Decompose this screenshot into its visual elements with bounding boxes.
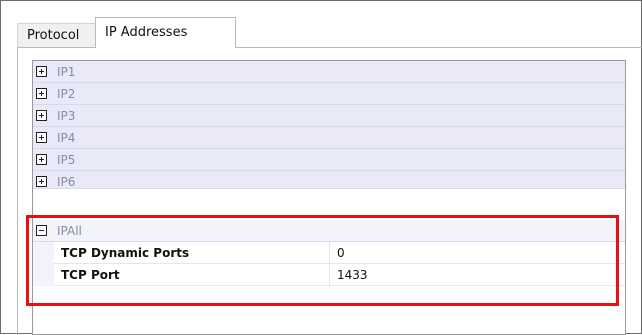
category-label: IP6: [57, 175, 76, 189]
category-label: IPAll: [57, 224, 82, 238]
tab-ip-addresses[interactable]: IP Addresses: [95, 17, 236, 48]
category-ip5[interactable]: IP5: [33, 149, 625, 171]
plus-box-icon[interactable]: [36, 154, 47, 165]
tab-panel-ip-addresses: IP1 IP2 IP3 IP4 IP5 IP6 IPAll TCP Dynami…: [17, 47, 642, 335]
property-name: TCP Port: [61, 268, 120, 282]
property-row-tcp-port[interactable]: TCP Port 1433: [33, 264, 625, 286]
properties-dialog: Protocol IP Addresses IP1 IP2 IP3 IP4 IP…: [0, 0, 642, 335]
category-ip4[interactable]: IP4: [33, 127, 625, 149]
plus-box-icon[interactable]: [36, 88, 47, 99]
category-label: IP4: [57, 131, 76, 145]
category-ip2[interactable]: IP2: [33, 83, 625, 105]
category-ip3[interactable]: IP3: [33, 105, 625, 127]
category-label: IP2: [57, 87, 76, 101]
property-value-tcp-port[interactable]: 1433: [337, 268, 368, 282]
plus-box-icon[interactable]: [36, 176, 47, 187]
property-grid: IP1 IP2 IP3 IP4 IP5 IP6 IPAll TCP Dynami…: [32, 60, 626, 335]
minus-box-icon[interactable]: [36, 225, 47, 236]
property-row-tcp-dynamic-ports[interactable]: TCP Dynamic Ports 0: [33, 242, 625, 264]
plus-box-icon[interactable]: [36, 66, 47, 77]
plus-box-icon[interactable]: [36, 132, 47, 143]
property-name: TCP Dynamic Ports: [61, 246, 190, 260]
category-ipall[interactable]: IPAll: [33, 220, 625, 242]
plus-box-icon[interactable]: [36, 110, 47, 121]
category-label: IP1: [57, 65, 76, 79]
category-ip1[interactable]: IP1: [33, 61, 625, 83]
category-ip6[interactable]: IP6: [33, 171, 625, 189]
category-label: IP3: [57, 109, 76, 123]
category-label: IP5: [57, 153, 76, 167]
property-value-tcp-dynamic-ports[interactable]: 0: [337, 246, 345, 260]
tab-protocol[interactable]: Protocol: [17, 23, 96, 47]
